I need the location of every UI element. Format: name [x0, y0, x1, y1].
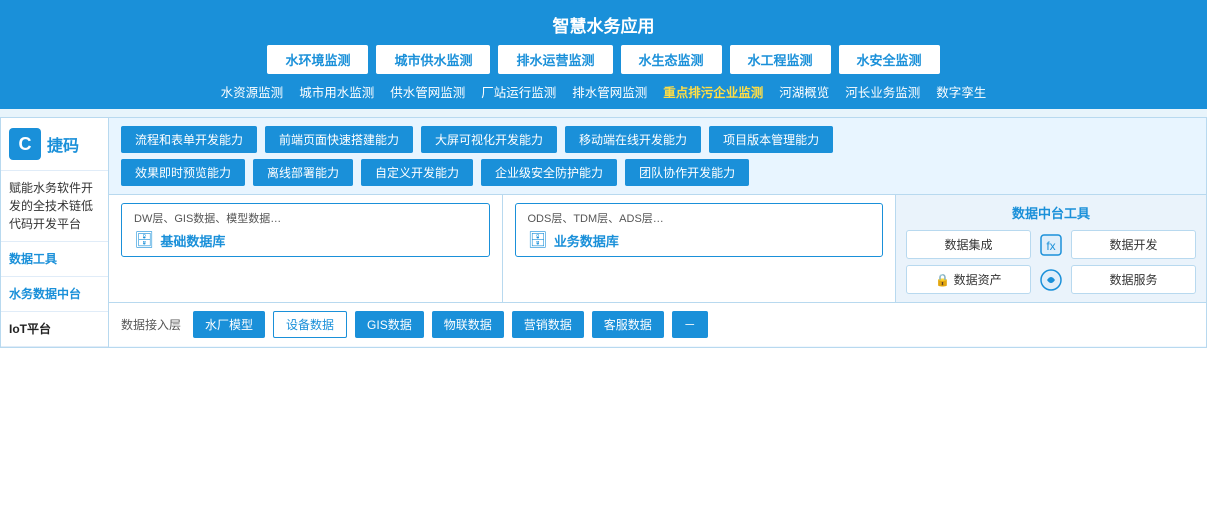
- dc-icon-middle-top: fx: [1037, 231, 1065, 259]
- datacenter-title: 数据中台工具: [906, 203, 1196, 222]
- biz-db-main: 🗄 业务数据库: [528, 230, 619, 250]
- nav-link[interactable]: 城市用水监测: [299, 82, 374, 101]
- sidebar-item-datacenter[interactable]: 水务数据中台: [1, 277, 108, 312]
- databases-col: DW层、GIS数据、模型数据… 🗄 基础数据库 ODS层、TDM层、ADS层… …: [109, 195, 896, 302]
- iot-button[interactable]: －: [672, 311, 708, 338]
- nav-link[interactable]: 数字孪生: [936, 82, 986, 101]
- biz-db-col: ODS层、TDM层、ADS层… 🗄 业务数据库: [503, 195, 897, 302]
- biz-db-box: ODS层、TDM层、ADS层… 🗄 业务数据库: [515, 203, 884, 257]
- divider: [0, 109, 1207, 117]
- nav-link[interactable]: 河湖概览: [779, 82, 829, 101]
- basic-db-subtitle: DW层、GIS数据、模型数据…: [134, 210, 281, 226]
- svg-text:fx: fx: [1046, 239, 1055, 253]
- capability-button[interactable]: 大屏可视化开发能力: [421, 126, 557, 153]
- nav-buttons-row: 水环境监测城市供水监测排水运营监测水生态监测水工程监测水安全监测: [10, 45, 1197, 74]
- dc-cell-integration[interactable]: 数据集成: [906, 230, 1031, 259]
- sidebar-item-platform-label: 赋能水务软件开发的全技术链低代码开发平台: [9, 181, 93, 231]
- dc-icon-middle-bottom: [1037, 266, 1065, 294]
- main-content: 流程和表单开发能力前端页面快速搭建能力大屏可视化开发能力移动端在线开发能力项目版…: [109, 118, 1206, 347]
- nav-button[interactable]: 水工程监测: [730, 45, 831, 74]
- sidebar-item-data-tools[interactable]: 数据工具: [1, 242, 108, 277]
- basic-db-main: 🗄 基础数据库: [134, 230, 225, 250]
- capability-button[interactable]: 离线部署能力: [253, 159, 353, 186]
- nav-link[interactable]: 水资源监测: [221, 82, 284, 101]
- iot-button[interactable]: GIS数据: [355, 311, 424, 338]
- sidebar-item-iot-label: IoT平台: [9, 322, 51, 336]
- nav-link[interactable]: 厂站运行监测: [481, 82, 556, 101]
- nav-links-row: 水资源监测城市用水监测供水管网监测厂站运行监测排水管网监测重点排污企业监测河湖概…: [10, 82, 1197, 101]
- capability-button[interactable]: 前端页面快速搭建能力: [265, 126, 413, 153]
- basic-db-label: 基础数据库: [160, 231, 225, 250]
- sidebar-item-data-tools-label: 数据工具: [9, 252, 57, 266]
- capability-button[interactable]: 移动端在线开发能力: [565, 126, 701, 153]
- page-title: 智慧水务应用: [10, 6, 1197, 45]
- capability-button[interactable]: 企业级安全防护能力: [481, 159, 617, 186]
- lock-icon: 🔒: [935, 273, 953, 287]
- basic-db-box: DW层、GIS数据、模型数据… 🗄 基础数据库: [121, 203, 490, 257]
- nav-button[interactable]: 排水运营监测: [498, 45, 612, 74]
- capability-button[interactable]: 团队协作开发能力: [625, 159, 749, 186]
- datacenter-grid: 数据集成 fx 数据开发 🔒 数据资产: [906, 230, 1196, 294]
- logo-icon: C: [9, 128, 41, 160]
- capability-button[interactable]: 自定义开发能力: [361, 159, 473, 186]
- biz-db-subtitle: ODS层、TDM层、ADS层…: [528, 210, 664, 226]
- iot-section: 数据接入层 水厂模型设备数据 GIS数据物联数据营销数据客服数据 －: [109, 303, 1206, 346]
- iot-button[interactable]: 设备数据: [273, 311, 347, 338]
- cap-row-2: 效果即时预览能力离线部署能力自定义开发能力企业级安全防护能力团队协作开发能力: [121, 159, 1194, 186]
- nav-button[interactable]: 城市供水监测: [376, 45, 490, 74]
- sidebar-item-platform: 赋能水务软件开发的全技术链低代码开发平台: [1, 171, 108, 242]
- capability-button[interactable]: 流程和表单开发能力: [121, 126, 257, 153]
- nav-link[interactable]: 重点排污企业监测: [663, 82, 763, 101]
- basic-db-icon: 🗄: [134, 230, 154, 250]
- iot-buttons: 水厂模型设备数据 GIS数据物联数据营销数据客服数据 －: [193, 311, 708, 338]
- bottom-section: C 捷码 赋能水务软件开发的全技术链低代码开发平台 数据工具 水务数据中台 Io…: [0, 117, 1207, 348]
- left-sidebar: C 捷码 赋能水务软件开发的全技术链低代码开发平台 数据工具 水务数据中台 Io…: [1, 118, 109, 347]
- sidebar-logo-row: C 捷码: [1, 118, 108, 171]
- nav-button[interactable]: 水生态监测: [621, 45, 722, 74]
- capabilities-section: 流程和表单开发能力前端页面快速搭建能力大屏可视化开发能力移动端在线开发能力项目版…: [109, 118, 1206, 195]
- nav-button[interactable]: 水安全监测: [839, 45, 940, 74]
- iot-button[interactable]: 水厂模型: [193, 311, 265, 338]
- cap-row-1: 流程和表单开发能力前端页面快速搭建能力大屏可视化开发能力移动端在线开发能力项目版…: [121, 126, 1194, 153]
- nav-link[interactable]: 河长业务监测: [845, 82, 920, 101]
- top-section: 智慧水务应用 水环境监测城市供水监测排水运营监测水生态监测水工程监测水安全监测 …: [0, 0, 1207, 109]
- iot-button[interactable]: 物联数据: [432, 311, 504, 338]
- nav-link[interactable]: 排水管网监测: [572, 82, 647, 101]
- sidebar-item-datacenter-label: 水务数据中台: [9, 287, 81, 301]
- data-section: DW层、GIS数据、模型数据… 🗄 基础数据库 ODS层、TDM层、ADS层… …: [109, 195, 1206, 303]
- dc-cell-assets[interactable]: 🔒 数据资产: [906, 265, 1031, 294]
- iot-button[interactable]: 营销数据: [512, 311, 584, 338]
- biz-db-label: 业务数据库: [554, 231, 619, 250]
- iot-prefix-label: 数据接入层: [121, 316, 181, 333]
- biz-db-icon: 🗄: [528, 230, 548, 250]
- logo-text: 捷码: [47, 132, 79, 156]
- dc-cell-dev[interactable]: 数据开发: [1071, 230, 1196, 259]
- capability-button[interactable]: 项目版本管理能力: [709, 126, 833, 153]
- datacenter-panel: 数据中台工具 数据集成 fx 数据开发 🔒 数据资产: [896, 195, 1206, 302]
- dc-cell-service[interactable]: 数据服务: [1071, 265, 1196, 294]
- iot-button[interactable]: 客服数据: [592, 311, 664, 338]
- sidebar-item-iot[interactable]: IoT平台: [1, 312, 108, 347]
- nav-link[interactable]: 供水管网监测: [390, 82, 465, 101]
- capability-button[interactable]: 效果即时预览能力: [121, 159, 245, 186]
- nav-button[interactable]: 水环境监测: [267, 45, 368, 74]
- basic-db-col: DW层、GIS数据、模型数据… 🗄 基础数据库: [109, 195, 503, 302]
